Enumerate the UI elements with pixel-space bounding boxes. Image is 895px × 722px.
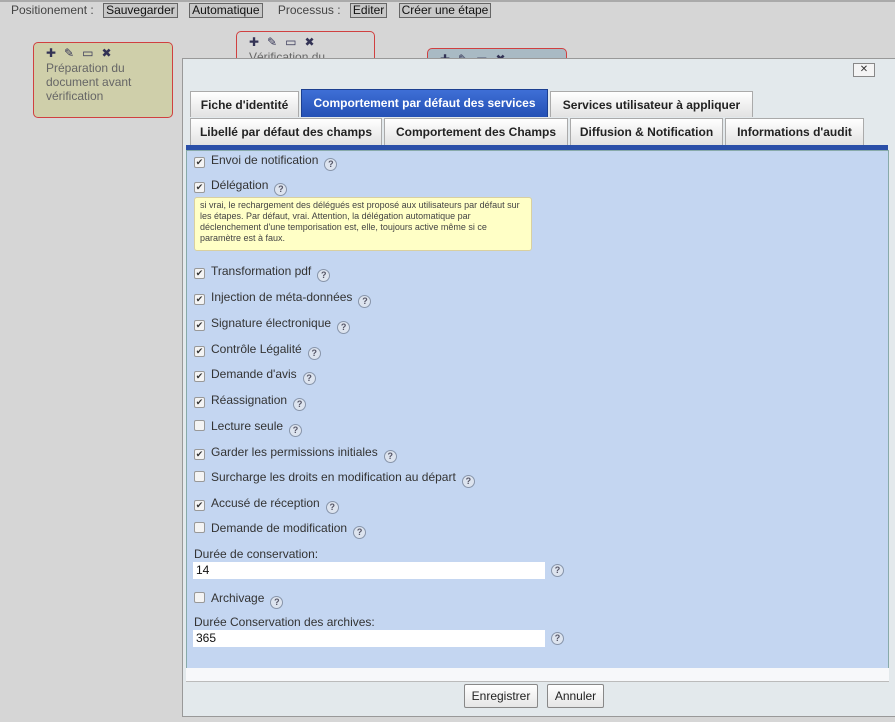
top-border — [0, 0, 895, 2]
help-icon[interactable]: ? — [317, 269, 331, 282]
settings-dialog: ✕ Fiche d'identité Comportement par défa… — [182, 58, 895, 717]
checkbox-row[interactable]: ✔ Envoi de notification? — [194, 153, 338, 171]
help-icon[interactable]: ? — [289, 424, 303, 437]
checkbox-row[interactable]: Lecture seule? — [194, 419, 303, 437]
help-icon[interactable]: ? — [274, 183, 288, 196]
processus-label: Processus : — [277, 3, 341, 17]
option-label: Réassignation — [211, 393, 288, 407]
option-checkbox[interactable]: ✔ — [194, 346, 205, 357]
option-checkbox[interactable]: ✔ — [194, 157, 205, 168]
auto-layout-button[interactable]: Automatique — [189, 3, 263, 18]
help-icon[interactable]: ? — [353, 526, 367, 539]
help-icon[interactable]: ? — [270, 596, 284, 609]
checkbox-row[interactable]: ✔ Réassignation? — [194, 393, 307, 411]
create-step-button[interactable]: Créer une étape — [398, 3, 492, 18]
tab-informations-audit[interactable]: Informations d'audit — [725, 118, 864, 145]
option-checkbox[interactable]: ✔ — [194, 397, 205, 408]
help-icon[interactable]: ? — [325, 501, 339, 514]
checkbox-row[interactable]: Demande de modification? — [194, 521, 367, 539]
help-icon[interactable]: ? — [307, 347, 321, 360]
tab-panel: ✔ Envoi de notification? ✔ Délégation? ✔ Tran… — [186, 150, 889, 669]
archive-retention-label: Durée Conservation des archives: — [194, 615, 375, 629]
option-label: Garder les permissions initiales — [211, 445, 378, 459]
checkbox-row[interactable]: ✔ Délégation? — [194, 178, 288, 196]
option-label: Injection de méta-données — [211, 290, 353, 304]
option-checkbox[interactable] — [194, 420, 205, 431]
option-label: Surcharge les droits en modification au … — [211, 470, 456, 484]
cancel-button[interactable]: Annuler — [547, 684, 604, 708]
checkbox-row-archivage[interactable]: Archivage? — [194, 591, 284, 609]
checkbox-row[interactable]: ✔ Contrôle Légalité? — [194, 342, 321, 360]
toolbar: Positionement : Sauvegarder Automatique … — [11, 3, 499, 18]
help-icon[interactable]: ? — [324, 158, 338, 171]
archivage-label: Archivage — [211, 591, 265, 605]
save-layout-button[interactable]: Sauvegarder — [103, 3, 178, 18]
retention-label: Durée de conservation: — [194, 547, 319, 561]
checkbox-row[interactable]: ✔ Signature électronique? — [194, 316, 351, 334]
retention-input[interactable]: 14 — [193, 562, 545, 579]
option-checkbox[interactable] — [194, 471, 205, 482]
option-label: Lecture seule — [211, 419, 284, 433]
edit-button[interactable]: Editer — [349, 3, 388, 18]
checkbox-row[interactable]: ✔ Garder les permissions initiales? — [194, 445, 397, 463]
option-checkbox[interactable]: ✔ — [194, 268, 205, 279]
tab-diffusion-notification[interactable]: Diffusion & Notification — [570, 118, 723, 145]
checkbox-row[interactable]: ✔ Injection de méta-données? — [194, 290, 372, 308]
panel-footer-strip — [186, 668, 889, 682]
option-label: Signature électronique — [211, 316, 332, 330]
help-icon[interactable]: ? — [358, 295, 372, 308]
option-checkbox[interactable]: ✔ — [194, 320, 205, 331]
checkbox-row[interactable]: Surcharge les droits en modification au … — [194, 470, 475, 488]
node-action-icons[interactable]: ✚✎▭✖ — [46, 46, 120, 60]
tab-comportement-champs[interactable]: Comportement des Champs — [384, 118, 568, 145]
node-label: Préparation du document avant vérificati… — [46, 61, 132, 103]
help-icon[interactable]: ? — [293, 398, 307, 411]
checkbox-row[interactable]: ✔ Transformation pdf? — [194, 264, 331, 282]
positionnement-label: Positionement : — [11, 3, 94, 17]
tab-services-utilisateur[interactable]: Services utilisateur à appliquer — [550, 91, 753, 117]
option-label: Contrôle Légalité — [211, 342, 302, 356]
tab-comportement-services[interactable]: Comportement par défaut des services — [301, 89, 548, 117]
option-label: Transformation pdf — [211, 264, 312, 278]
close-button[interactable]: ✕ — [853, 63, 875, 77]
help-icon[interactable]: ? — [551, 632, 564, 645]
node-action-icons[interactable]: ✚✎▭✖ — [249, 35, 323, 49]
option-checkbox[interactable]: ✔ — [194, 449, 205, 460]
checkbox-row[interactable]: ✔ Accusé de réception? — [194, 496, 339, 514]
option-label: Accusé de réception — [211, 496, 320, 510]
option-checkbox[interactable]: ✔ — [194, 182, 205, 193]
checkbox-row[interactable]: ✔ Demande d'avis? — [194, 367, 316, 385]
help-icon[interactable]: ? — [337, 321, 351, 334]
option-label: Demande d'avis — [211, 367, 297, 381]
option-checkbox[interactable]: ✔ — [194, 500, 205, 511]
option-checkbox[interactable] — [194, 522, 205, 533]
option-label: Demande de modification — [211, 521, 348, 535]
archivage-checkbox[interactable] — [194, 592, 205, 603]
archive-retention-input[interactable]: 365 — [193, 630, 545, 647]
help-icon[interactable]: ? — [302, 372, 316, 385]
delegation-tooltip: si vrai, le rechargement des délégués es… — [194, 197, 532, 251]
process-node[interactable]: ✚✎▭✖ Préparation du document avant vérif… — [33, 42, 173, 118]
tab-libelle-champs[interactable]: Libellé par défaut des champs — [190, 118, 382, 145]
option-label: Délégation — [211, 178, 269, 192]
option-checkbox[interactable]: ✔ — [194, 371, 205, 382]
help-icon[interactable]: ? — [551, 564, 564, 577]
save-button[interactable]: Enregistrer — [464, 684, 538, 708]
tab-fiche-identite[interactable]: Fiche d'identité — [190, 91, 299, 117]
option-checkbox[interactable]: ✔ — [194, 294, 205, 305]
help-icon[interactable]: ? — [383, 450, 397, 463]
help-icon[interactable]: ? — [461, 475, 475, 488]
option-label: Envoi de notification — [211, 153, 319, 167]
